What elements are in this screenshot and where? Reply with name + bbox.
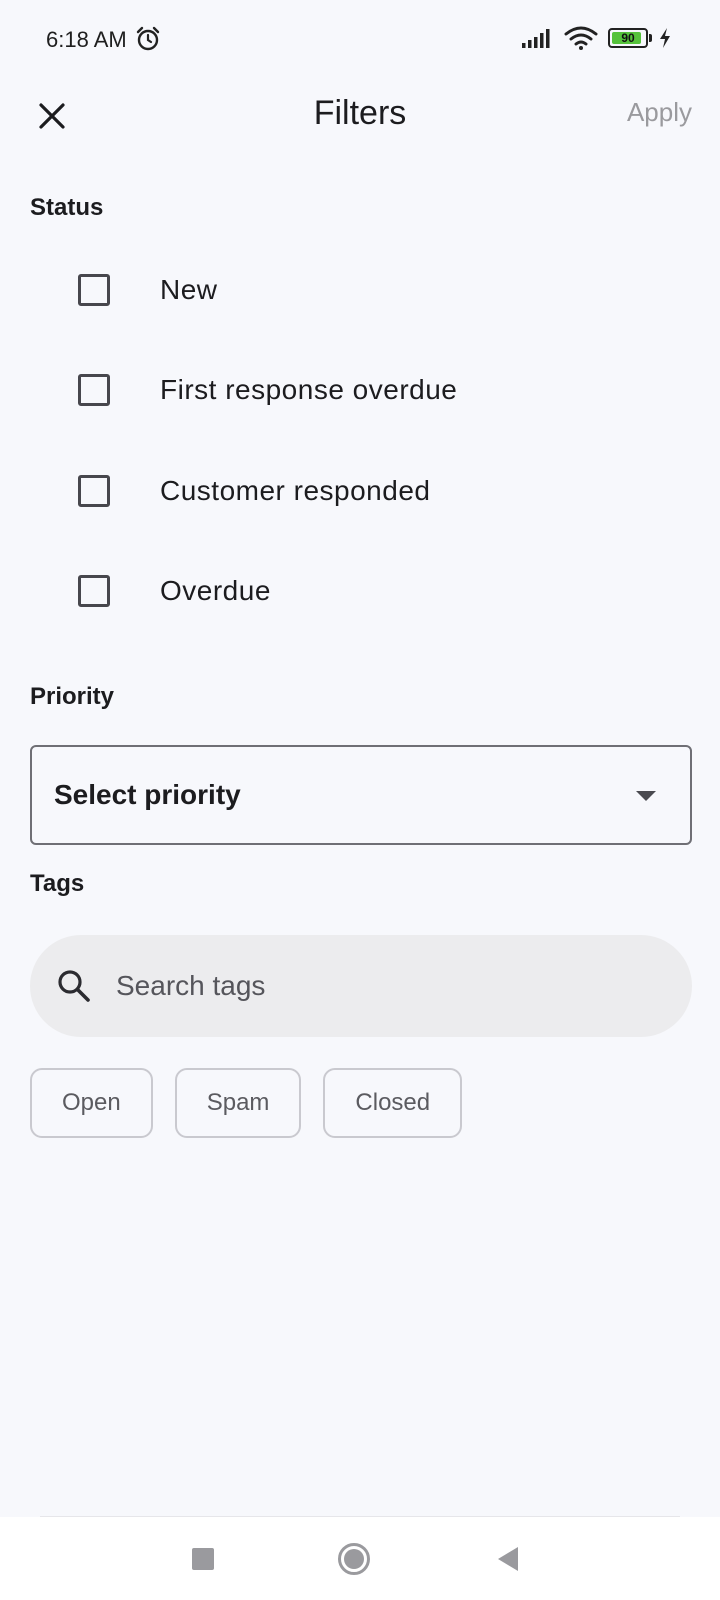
battery-icon: 90	[598, 28, 652, 48]
priority-dropdown[interactable]: Select priority	[30, 745, 692, 845]
tag-chip-closed[interactable]: Closed	[323, 1068, 463, 1138]
status-option-overdue[interactable]: Overdue	[30, 551, 690, 631]
tag-chip-group: Open Spam Closed	[30, 1068, 484, 1138]
wifi-icon	[564, 26, 598, 50]
recents-button[interactable]	[181, 1537, 225, 1581]
status-bar: 6:18 AM 90	[0, 0, 720, 80]
tags-section-label: Tags	[30, 870, 85, 897]
tag-search-bar[interactable]	[30, 935, 692, 1037]
checkbox-label: New	[160, 274, 218, 305]
checkbox-label: Overdue	[160, 575, 271, 606]
checkbox[interactable]	[78, 475, 110, 507]
dropdown-arrow-icon	[636, 791, 656, 801]
checkbox[interactable]	[78, 575, 110, 607]
checkbox[interactable]	[78, 274, 110, 306]
tag-chip-open[interactable]: Open	[30, 1068, 153, 1138]
signal-icon	[522, 29, 550, 48]
home-button[interactable]	[332, 1537, 376, 1581]
alarm-icon	[136, 26, 160, 51]
tag-search-input[interactable]	[116, 970, 636, 1002]
status-option-new[interactable]: New	[30, 250, 690, 330]
priority-section-label: Priority	[30, 683, 115, 710]
navigation-bar	[0, 1517, 720, 1600]
back-button[interactable]	[486, 1537, 530, 1581]
back-icon	[498, 1547, 518, 1571]
recents-icon	[192, 1548, 214, 1570]
app-bar: Filters Apply	[0, 80, 720, 144]
search-icon	[58, 970, 90, 1002]
priority-selected-value: Select priority	[54, 779, 241, 810]
checkbox-label: First response overdue	[160, 374, 458, 405]
status-icons: 90	[522, 26, 672, 50]
battery-level: 90	[621, 31, 635, 45]
apply-button[interactable]: Apply	[627, 97, 692, 128]
page-title: Filters	[313, 94, 407, 132]
home-icon	[338, 1543, 370, 1575]
status-option-customer-responded[interactable]: Customer responded	[30, 451, 690, 531]
status-time: 6:18 AM	[46, 27, 127, 52]
charging-icon	[660, 28, 670, 48]
status-option-first-response-overdue[interactable]: First response overdue	[30, 350, 690, 430]
checkbox-label: Customer responded	[160, 475, 431, 506]
checkbox[interactable]	[78, 374, 110, 406]
tag-chip-spam[interactable]: Spam	[174, 1068, 302, 1138]
status-section-label: Status	[30, 194, 104, 221]
